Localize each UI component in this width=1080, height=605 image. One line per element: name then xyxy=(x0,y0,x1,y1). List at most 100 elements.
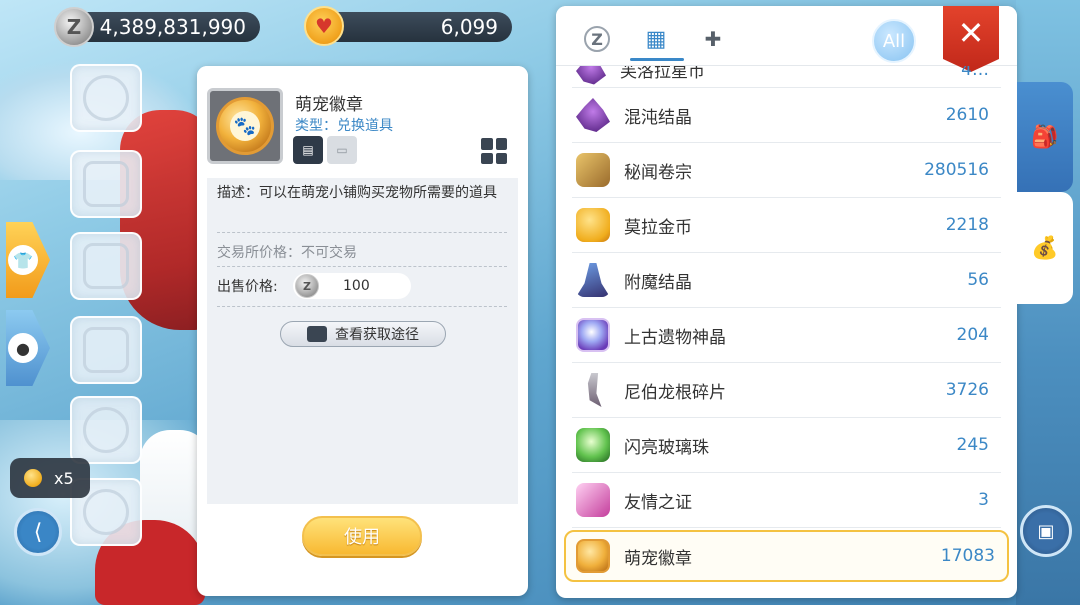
list-item[interactable]: 混沌结晶 2610 xyxy=(572,88,1001,143)
cloak-icon xyxy=(83,243,129,289)
item-name: 萌宠徽章 xyxy=(624,548,692,569)
flora-coin-icon xyxy=(576,66,606,85)
list-item[interactable]: 芙洛拉星币 4… xyxy=(572,66,1001,88)
ring-icon xyxy=(83,407,129,453)
shop-tab-icon[interactable]: ▦ xyxy=(641,24,671,54)
list-item[interactable]: 上古遗物神晶 204 xyxy=(572,308,1001,363)
pet-currency-amount: 6,099 xyxy=(440,15,498,39)
trade-price: 交易所价格：不可交易 xyxy=(217,245,357,261)
glass-bead-icon xyxy=(576,428,610,462)
person-icon: ● xyxy=(8,333,38,363)
list-item[interactable]: 莫拉金币 2218 xyxy=(572,198,1001,253)
stack-count: x5 xyxy=(54,468,74,488)
info-card-icon[interactable]: ▤ xyxy=(293,136,323,164)
item-count: 3726 xyxy=(945,380,989,400)
puzzle-tab-icon[interactable]: ✚ xyxy=(698,24,728,54)
item-count: 17083 xyxy=(940,546,995,566)
ancient-orb-icon xyxy=(576,318,610,352)
item-header: 🐾 萌宠徽章 类型：兑换道具 ▤ ▭ xyxy=(197,66,528,178)
item-description: 描述：可以在萌宠小铺购买宠物所需要的道具 xyxy=(217,185,497,201)
item-name: 莫拉金币 xyxy=(624,217,692,238)
money-bag-icon: 💰 xyxy=(1031,235,1059,261)
equip-slot-cloak[interactable] xyxy=(70,232,142,300)
list-item[interactable]: 秘闻卷宗 280516 xyxy=(572,143,1001,198)
z-coin-icon: Z xyxy=(54,7,94,47)
inventory-tabs: Z ▦ ✚ All ✕ xyxy=(556,6,1017,72)
boots-icon xyxy=(83,327,129,373)
share-icon: ⟨ xyxy=(33,519,43,545)
route-button-label: 查看获取途径 xyxy=(335,327,419,343)
item-count: 245 xyxy=(956,435,989,455)
backpack-icon: 🎒 xyxy=(1031,124,1059,150)
item-name: 闪亮玻璃珠 xyxy=(624,437,709,458)
list-item[interactable]: 尼伯龙根碎片 3726 xyxy=(572,363,1001,418)
chaos-crystal-icon xyxy=(576,98,610,132)
item-name: 上古遗物神晶 xyxy=(624,327,726,348)
item-icon-frame: 🐾 xyxy=(207,88,283,164)
list-item[interactable]: 附魔结晶 56 xyxy=(572,253,1001,308)
frame-icon: ▣ xyxy=(1037,520,1055,542)
pet-badge-icon xyxy=(576,539,610,573)
item-count: 2218 xyxy=(945,215,989,235)
equip-slot-boots[interactable] xyxy=(70,316,142,384)
cat-coin-icon: ♥ xyxy=(304,6,344,46)
backpack-tab[interactable]: 🎒 xyxy=(1017,82,1073,192)
list-item-selected[interactable]: 萌宠徽章 17083 xyxy=(564,530,1009,582)
item-count: 280516 xyxy=(924,160,989,180)
use-button[interactable]: 使用 xyxy=(302,516,422,556)
friendship-proof-icon xyxy=(576,483,610,517)
ring-icon xyxy=(83,75,129,121)
item-count: 3 xyxy=(978,490,989,510)
list-item[interactable]: 友情之证 3 xyxy=(572,473,1001,528)
item-name: 混沌结晶 xyxy=(624,107,692,128)
ring-icon xyxy=(83,489,129,535)
equip-slot-ring-1[interactable] xyxy=(70,396,142,464)
item-name: 友情之证 xyxy=(624,492,692,513)
inventory-list[interactable]: 芙洛拉星币 4… 混沌结晶 2610 秘闻卷宗 280516 莫拉金币 2218… xyxy=(564,66,1009,582)
item-name: 尼伯龙根碎片 xyxy=(624,382,726,403)
gold-coin-icon xyxy=(576,208,610,242)
inventory-panel: Z ▦ ✚ All ✕ 芙洛拉星币 4… 混沌结晶 2610 秘闻卷宗 2805… xyxy=(556,6,1017,598)
enchant-crystal-icon xyxy=(576,263,610,297)
item-count: 2610 xyxy=(945,105,989,125)
scroll-book-icon xyxy=(576,153,610,187)
tray-icon[interactable]: ▭ xyxy=(327,136,357,164)
costume-side-tab[interactable]: 👕 xyxy=(6,222,50,298)
active-tab-underline xyxy=(630,58,684,61)
item-detail-body: 描述：可以在萌宠小铺购买宠物所需要的道具 交易所价格：不可交易 出售价格: Z … xyxy=(207,178,518,504)
armor-icon xyxy=(83,161,129,207)
item-stack-indicator: x5 xyxy=(10,458,90,498)
route-icon xyxy=(307,326,327,342)
list-item[interactable]: 闪亮玻璃珠 245 xyxy=(572,418,1001,473)
share-button[interactable]: ⟨ xyxy=(14,508,62,556)
sell-price-label: 出售价格: xyxy=(217,279,278,295)
item-count: 204 xyxy=(956,325,989,345)
shard-icon xyxy=(587,373,602,407)
sell-price-box: Z 100 xyxy=(293,273,411,299)
z-coin-icon: Z xyxy=(295,274,319,298)
z-tab-icon[interactable]: Z xyxy=(584,26,610,52)
grid-view-icon[interactable] xyxy=(481,138,507,164)
all-filter-button[interactable]: All xyxy=(872,19,916,63)
item-name: 芙洛拉星币 xyxy=(620,66,705,82)
equip-slot-armor[interactable] xyxy=(70,150,142,218)
divider xyxy=(217,306,507,307)
close-icon[interactable]: ✕ xyxy=(943,6,999,72)
shirt-icon: 👕 xyxy=(8,245,38,275)
coin-icon xyxy=(24,469,42,487)
item-name: 附魔结晶 xyxy=(624,272,692,293)
item-name: 萌宠徽章 xyxy=(295,95,363,115)
z-bag-tab[interactable]: 💰 xyxy=(1017,192,1073,304)
paw-icon: 🐾 xyxy=(230,111,260,141)
item-count: 56 xyxy=(967,270,989,290)
pet-badge-icon: 🐾 xyxy=(216,97,274,155)
item-type: 类型：兑换道具 xyxy=(295,118,393,134)
character-side-tab[interactable]: ● xyxy=(6,310,50,386)
item-name: 秘闻卷宗 xyxy=(624,162,692,183)
equip-slot-accessory[interactable] xyxy=(70,64,142,132)
view-acquire-route-button[interactable]: 查看获取途径 xyxy=(280,321,446,347)
screenshot-button[interactable]: ▣ xyxy=(1020,505,1072,557)
zeny-amount: 4,389,831,990 xyxy=(99,15,246,39)
divider xyxy=(217,232,507,233)
item-count: 4… xyxy=(961,66,989,80)
